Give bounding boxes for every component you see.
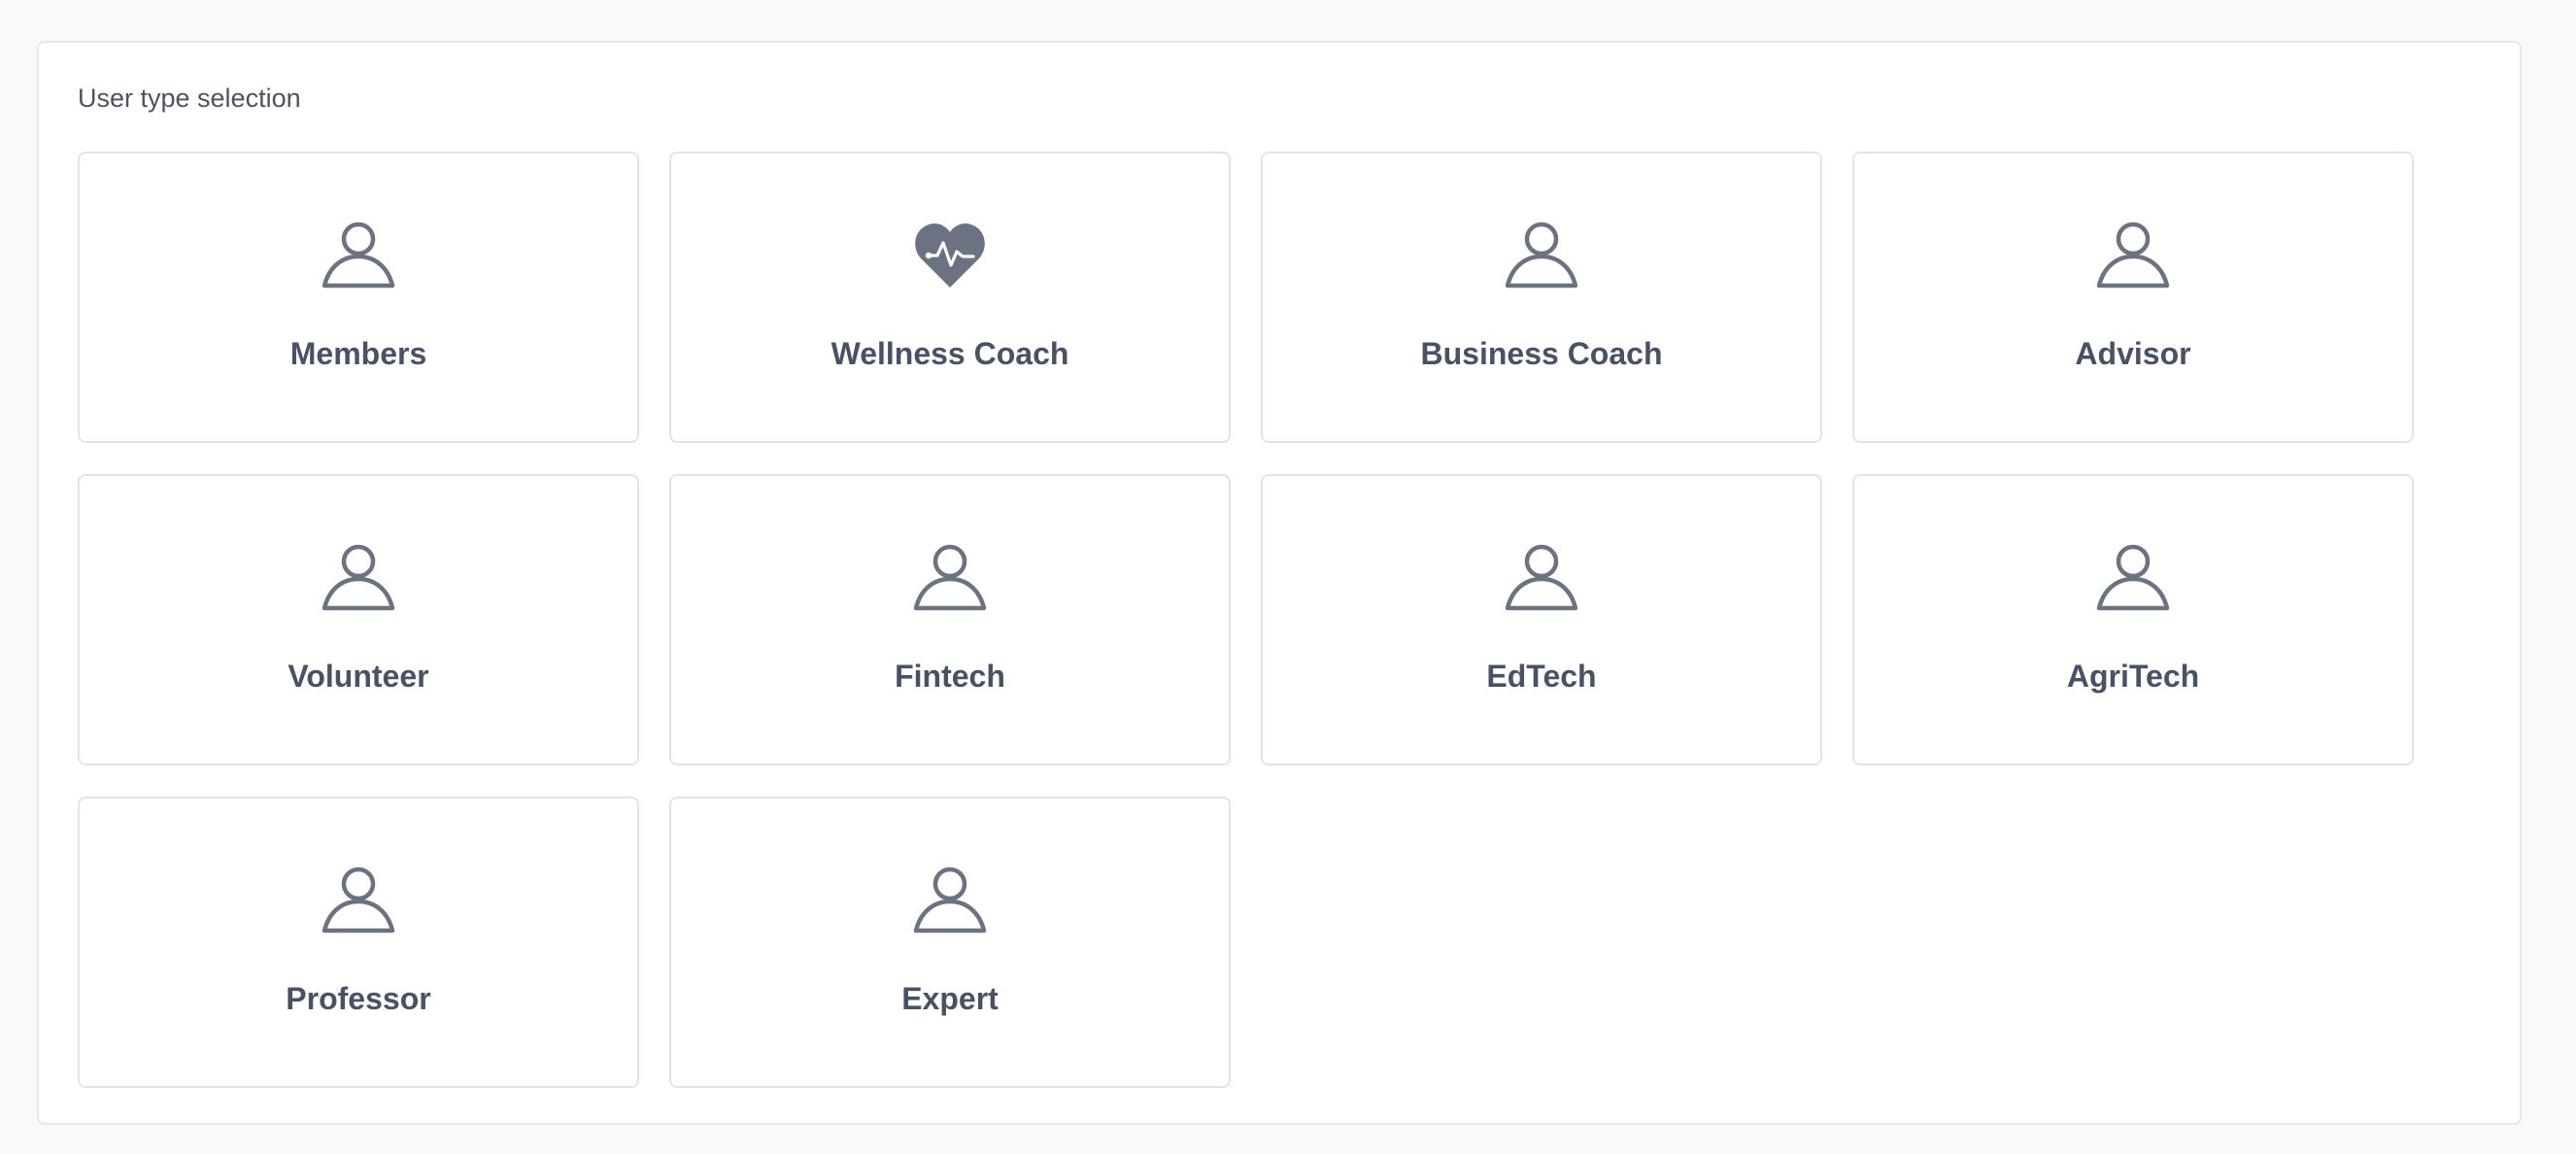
user-type-card-professor[interactable]: Professor bbox=[78, 797, 639, 1088]
user-type-card-members[interactable]: Members bbox=[78, 152, 639, 443]
user-icon bbox=[913, 866, 987, 934]
card-label: EdTech bbox=[1486, 659, 1597, 694]
card-label: AgriTech bbox=[2066, 659, 2200, 694]
card-label: Fintech bbox=[895, 659, 1005, 694]
card-label: Members bbox=[289, 336, 427, 371]
user-type-card-expert[interactable]: Expert bbox=[669, 797, 1231, 1088]
card-label: Professor bbox=[286, 981, 431, 1016]
user-icon bbox=[2096, 544, 2170, 612]
section-label: User type selection bbox=[78, 84, 301, 113]
user-icon bbox=[1505, 544, 1578, 612]
card-label: Expert bbox=[901, 981, 999, 1016]
user-type-card-business-coach[interactable]: Business Coach bbox=[1261, 152, 1822, 443]
user-icon bbox=[1505, 221, 1578, 289]
user-icon bbox=[322, 544, 395, 612]
card-label: Advisor bbox=[2075, 336, 2191, 371]
card-label: Volunteer bbox=[288, 659, 429, 694]
user-type-card-agritech[interactable]: AgriTech bbox=[1852, 474, 2414, 765]
user-icon bbox=[322, 221, 395, 289]
user-type-grid: Members Wellness Coach Business Coach Ad… bbox=[78, 152, 2414, 1088]
user-type-card-volunteer[interactable]: Volunteer bbox=[78, 474, 639, 765]
user-type-panel: User type selection Members Wellness Coa… bbox=[37, 41, 2522, 1125]
user-type-card-fintech[interactable]: Fintech bbox=[669, 474, 1231, 765]
user-icon bbox=[2096, 221, 2170, 289]
user-type-card-wellness-coach[interactable]: Wellness Coach bbox=[669, 152, 1231, 443]
user-type-card-advisor[interactable]: Advisor bbox=[1852, 152, 2414, 443]
user-icon bbox=[913, 544, 987, 612]
user-type-card-edtech[interactable]: EdTech bbox=[1261, 474, 1822, 765]
heart-pulse-icon bbox=[913, 221, 987, 289]
card-label: Wellness Coach bbox=[830, 336, 1069, 371]
user-icon bbox=[322, 866, 395, 934]
card-label: Business Coach bbox=[1420, 336, 1663, 371]
